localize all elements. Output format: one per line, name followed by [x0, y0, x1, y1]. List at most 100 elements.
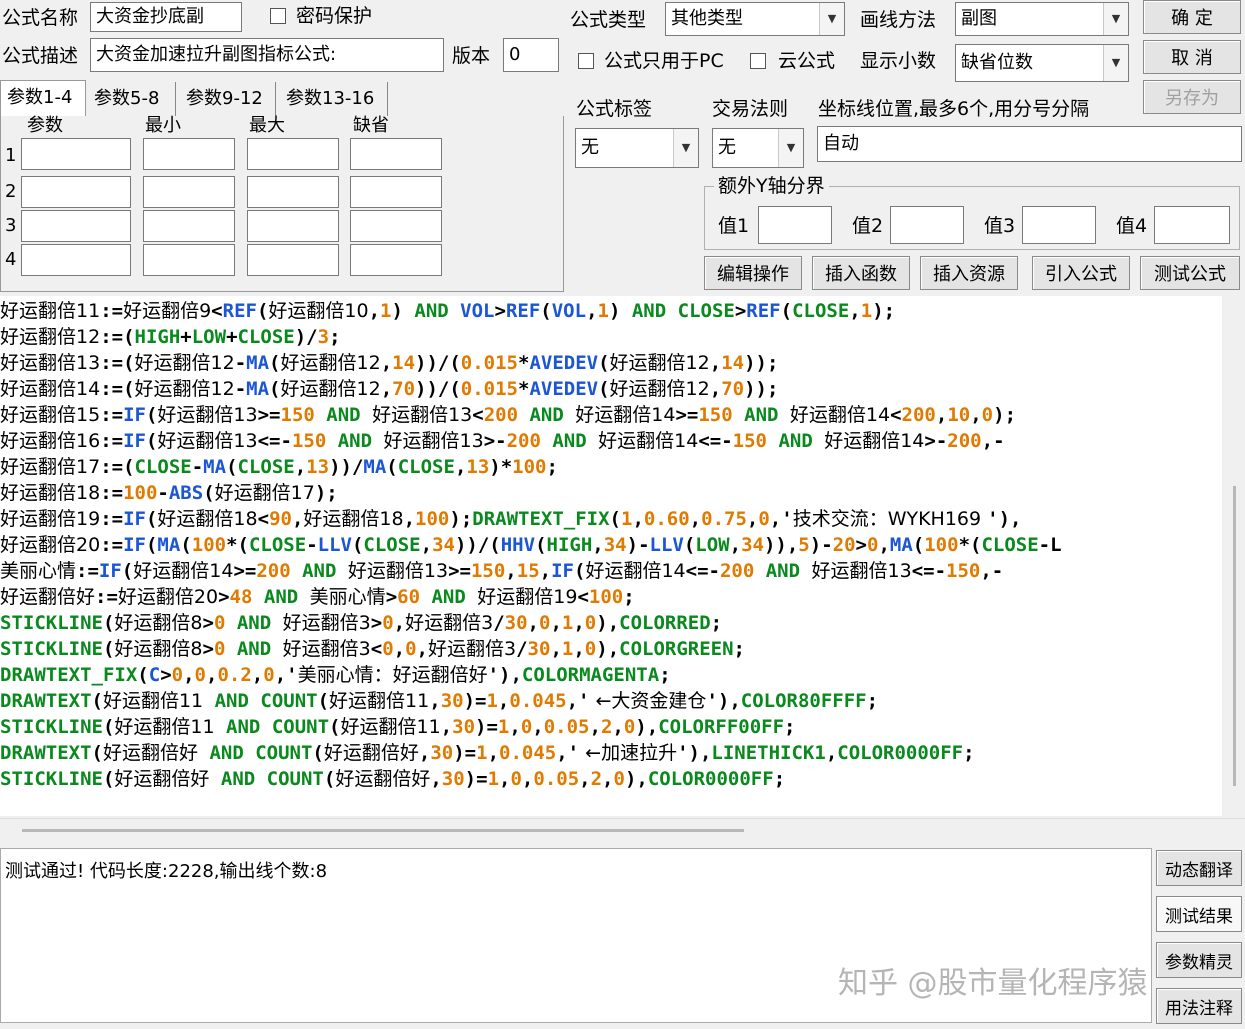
- param4-min-input[interactable]: [143, 244, 235, 276]
- draw-method-value: 副图: [961, 8, 997, 29]
- param-row-label: 3: [5, 215, 17, 236]
- code-line: STICKLINE(好运翻倍好 AND COUNT(好运翻倍好,30)=1,0,…: [0, 768, 786, 790]
- save-as-button[interactable]: 另存为: [1143, 80, 1241, 114]
- code-line: 好运翻倍14:=(好运翻倍12-MA(好运翻倍12,70))/(0.015*AV…: [0, 378, 779, 400]
- param-row-label: 2: [5, 181, 17, 202]
- param4-default-input[interactable]: [350, 244, 442, 276]
- formula-desc-label: 公式描述: [2, 45, 79, 67]
- param1-default-input[interactable]: [350, 138, 442, 170]
- test-result-text: 测试通过! 代码长度:2228,输出线个数:8: [5, 861, 328, 882]
- code-line: DRAWTEXT_FIX(C>0,0,0.2,0,'美丽心情：好运翻倍好'),C…: [0, 664, 671, 686]
- y-value-2-input[interactable]: [890, 206, 964, 244]
- password-checkbox[interactable]: [270, 8, 286, 24]
- param3-min-input[interactable]: [143, 210, 235, 242]
- code-line: 好运翻倍15:=IF(好运翻倍13>=150 AND 好运翻倍13<200 AN…: [0, 404, 1017, 426]
- decimals-value: 缺省位数: [961, 52, 1033, 73]
- version-input[interactable]: 0: [503, 38, 559, 72]
- code-line: 好运翻倍17:=(CLOSE-MA(CLOSE,13))/MA(CLOSE,13…: [0, 456, 558, 478]
- param-header-min: 最小: [145, 115, 181, 136]
- usage-note-button[interactable]: 用法注释: [1156, 988, 1242, 1024]
- formula-name-input[interactable]: 大资金抄底副: [90, 2, 242, 32]
- param2-default-input[interactable]: [350, 176, 442, 208]
- insert-function-button[interactable]: 插入函数: [812, 256, 910, 290]
- formula-type-label: 公式类型: [570, 9, 647, 31]
- chevron-down-icon[interactable]: ▼: [819, 3, 844, 35]
- code-line: 好运翻倍18:=100-ABS(好运翻倍17);: [0, 482, 338, 504]
- code-editor[interactable]: 好运翻倍11:=好运翻倍9<REF(好运翻倍10,1) AND VOL>REF(…: [0, 296, 1222, 816]
- axis-position-input[interactable]: 自动: [817, 126, 1242, 162]
- y-value-3-label: 值3: [984, 215, 1016, 237]
- vertical-scrollbar[interactable]: [1222, 296, 1245, 816]
- decimals-select[interactable]: 缺省位数 ▼: [955, 44, 1129, 82]
- cloud-checkbox[interactable]: [750, 53, 766, 69]
- scrollbar-thumb[interactable]: [1233, 486, 1236, 786]
- edit-ops-button[interactable]: 编辑操作: [704, 256, 802, 290]
- y-value-3-input[interactable]: [1022, 206, 1096, 244]
- chevron-down-icon[interactable]: ▼: [778, 129, 803, 167]
- formula-desc-input[interactable]: 大资金加速拉升副图指标公式:: [90, 38, 444, 72]
- formula-tag-label: 公式标签: [576, 98, 653, 120]
- param2-max-input[interactable]: [247, 176, 339, 208]
- extra-y-axis-label: 额外Y轴分界: [714, 174, 829, 198]
- formula-name-label: 公式名称: [2, 7, 79, 29]
- param1-max-input[interactable]: [247, 138, 339, 170]
- formula-type-select[interactable]: 其他类型 ▼: [665, 2, 845, 36]
- code-line: 好运翻倍19:=IF(好运翻倍18<90,好运翻倍18,100);DRAWTEX…: [0, 508, 1022, 530]
- code-line: DRAWTEXT(好运翻倍好 AND COUNT(好运翻倍好,30)=1,0.0…: [0, 742, 975, 764]
- draw-method-select[interactable]: 副图 ▼: [955, 2, 1129, 36]
- param1-min-input[interactable]: [143, 138, 235, 170]
- param4-name-input[interactable]: [21, 244, 131, 276]
- tab-params-13-16[interactable]: 参数13-16: [280, 82, 388, 116]
- y-value-4-label: 值4: [1116, 215, 1148, 237]
- param-header-default: 缺省: [353, 115, 389, 136]
- axis-position-label: 坐标线位置,最多6个,用分号分隔: [818, 98, 1090, 120]
- cloud-label: 云公式: [778, 50, 836, 72]
- code-line: DRAWTEXT(好运翻倍11 AND COUNT(好运翻倍11,30)=1,0…: [0, 690, 879, 712]
- trade-rule-value: 无: [718, 137, 736, 158]
- tab-params-9-12[interactable]: 参数9-12: [180, 82, 276, 116]
- chevron-down-icon[interactable]: ▼: [1103, 3, 1128, 35]
- decimals-label: 显示小数: [860, 50, 937, 72]
- pc-only-label: 公式只用于PC: [604, 50, 724, 72]
- param3-name-input[interactable]: [21, 210, 131, 242]
- chevron-down-icon[interactable]: ▼: [673, 129, 698, 167]
- import-formula-button[interactable]: 引入公式: [1032, 256, 1130, 290]
- y-value-4-input[interactable]: [1154, 206, 1230, 244]
- y-value-1-input[interactable]: [758, 206, 832, 244]
- pc-only-checkbox[interactable]: [578, 53, 594, 69]
- param3-default-input[interactable]: [350, 210, 442, 242]
- param2-name-input[interactable]: [21, 176, 131, 208]
- cancel-button[interactable]: 取 消: [1143, 40, 1241, 74]
- param3-max-input[interactable]: [247, 210, 339, 242]
- chevron-down-icon[interactable]: ▼: [1103, 45, 1128, 81]
- dynamic-translate-button[interactable]: 动态翻译: [1156, 850, 1242, 886]
- param2-min-input[interactable]: [143, 176, 235, 208]
- param-header-max: 最大: [249, 115, 285, 136]
- param4-max-input[interactable]: [247, 244, 339, 276]
- param-row-label: 4: [5, 249, 17, 270]
- tab-params-5-8[interactable]: 参数5-8: [88, 82, 176, 116]
- param-row-label: 1: [5, 145, 17, 166]
- trade-rule-select[interactable]: 无 ▼: [712, 128, 804, 168]
- code-line: STICKLINE(好运翻倍8>0 AND 好运翻倍3>0,好运翻倍3/30,0…: [0, 612, 723, 634]
- insert-resource-button[interactable]: 插入资源: [920, 256, 1018, 290]
- horizontal-scrollbar[interactable]: [0, 818, 1245, 847]
- test-formula-button[interactable]: 测试公式: [1140, 256, 1240, 290]
- param1-name-input[interactable]: [21, 138, 131, 170]
- formula-tag-select[interactable]: 无 ▼: [575, 128, 699, 168]
- code-line: STICKLINE(好运翻倍11 AND COUNT(好运翻倍11,30)=1,…: [0, 716, 796, 738]
- code-line: 好运翻倍12:=(HIGH+LOW+CLOSE)/3;: [0, 326, 341, 348]
- param-wizard-button[interactable]: 参数精灵: [1156, 942, 1242, 978]
- code-line: 好运翻倍11:=好运翻倍9<REF(好运翻倍10,1) AND VOL>REF(…: [0, 300, 896, 322]
- y-value-2-label: 值2: [852, 215, 884, 237]
- ok-button[interactable]: 确 定: [1143, 0, 1241, 34]
- scrollbar-thumb[interactable]: [22, 829, 744, 832]
- code-line: 好运翻倍16:=IF(好运翻倍13<=-150 AND 好运翻倍13>-200 …: [0, 430, 1005, 452]
- tab-params-1-4[interactable]: 参数1-4: [0, 80, 86, 116]
- test-result-button[interactable]: 测试结果: [1156, 896, 1242, 932]
- y-value-1-label: 值1: [718, 215, 750, 237]
- password-label: 密码保护: [296, 5, 373, 27]
- formula-tag-value: 无: [581, 137, 599, 158]
- code-line: 好运翻倍20:=IF(MA(100*(CLOSE-LLV(CLOSE,34))/…: [0, 534, 1062, 556]
- formula-type-value: 其他类型: [671, 8, 743, 29]
